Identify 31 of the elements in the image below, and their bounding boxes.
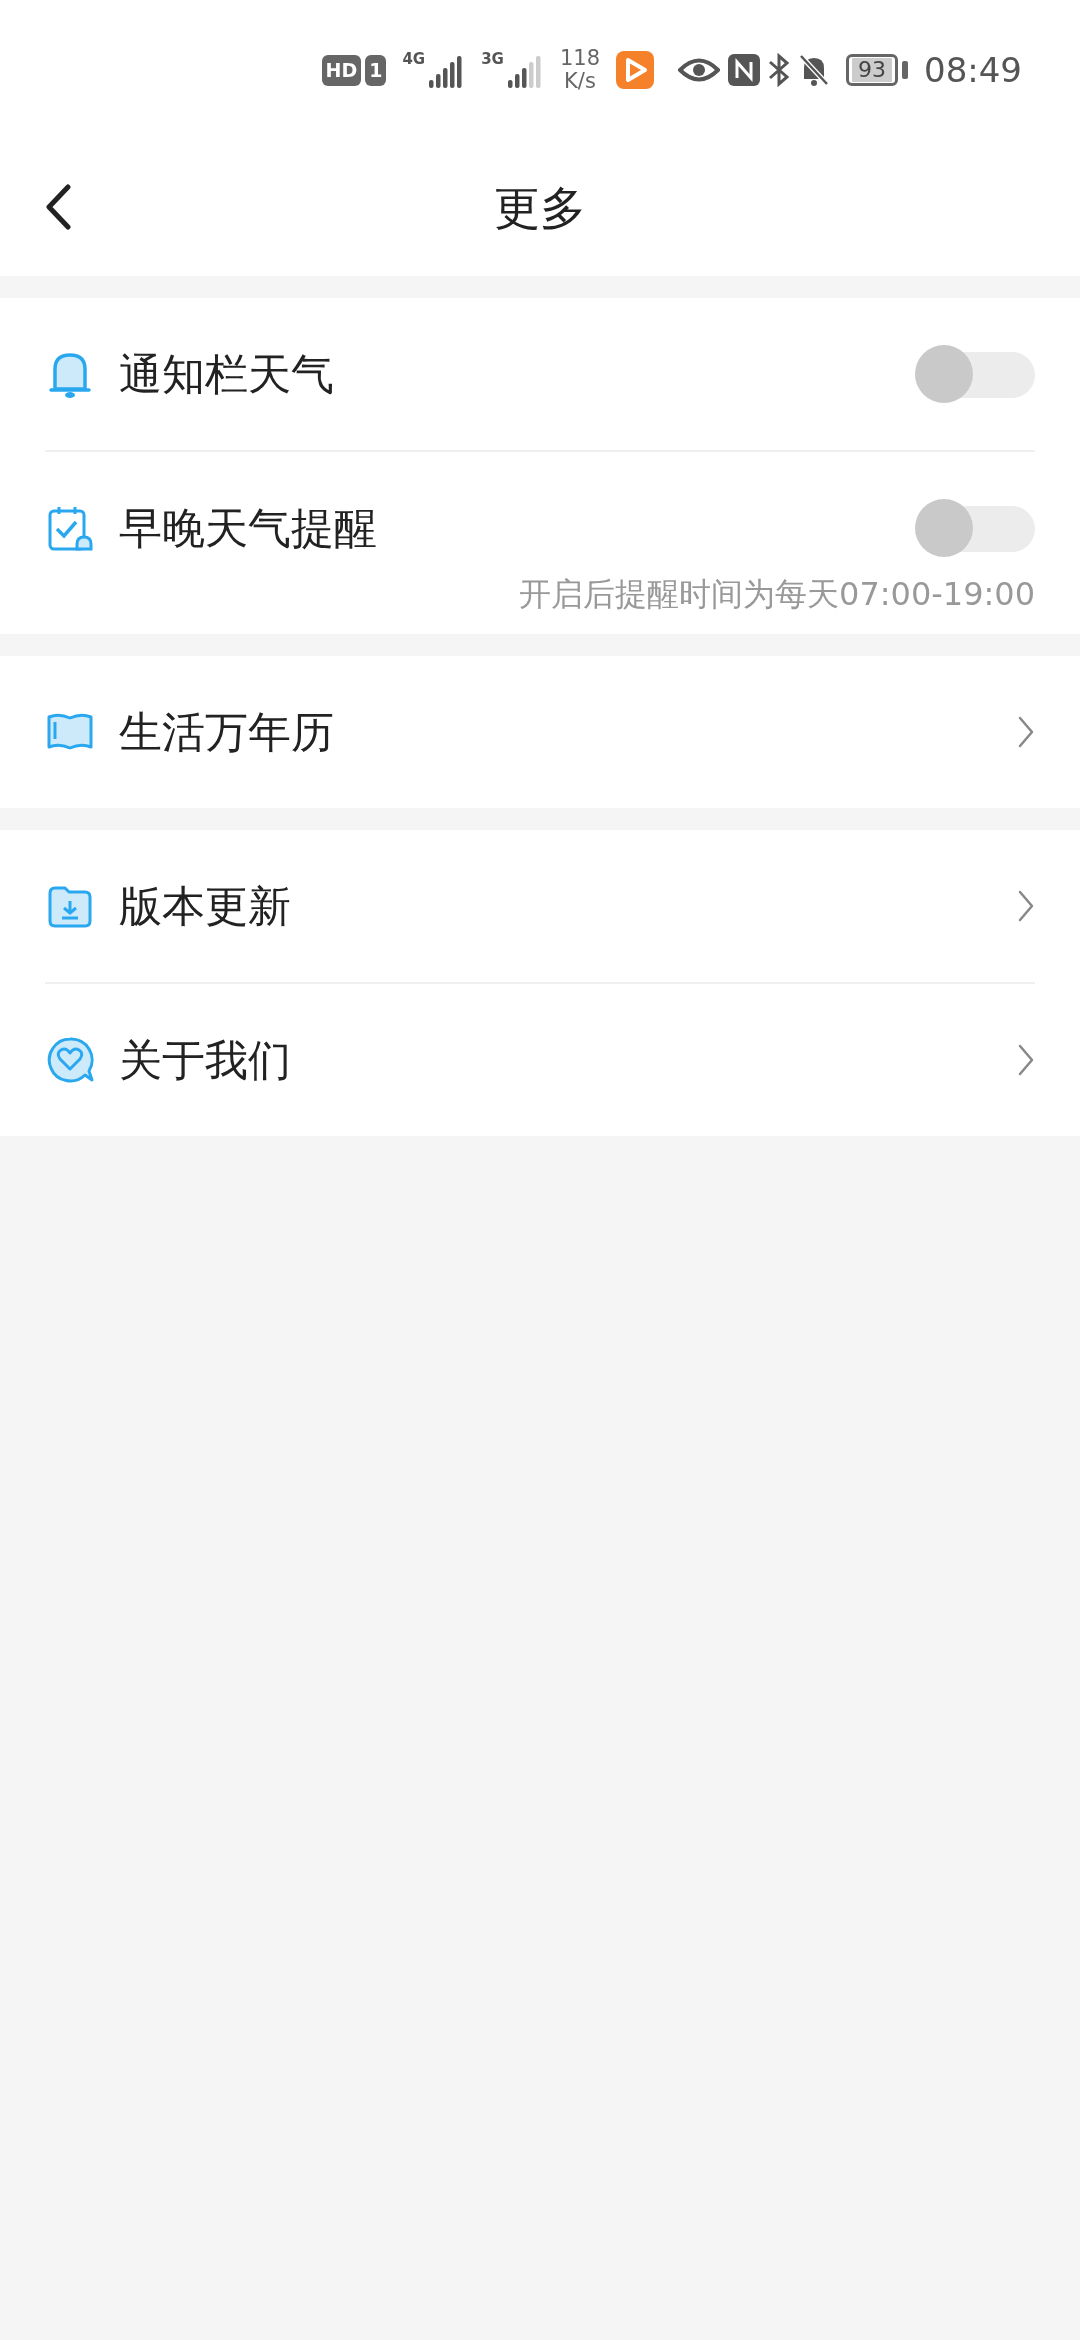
mute-bell-icon: [798, 53, 830, 87]
settings-row[interactable]: 生活万年历: [0, 656, 1080, 808]
item-label: 生活万年历: [119, 705, 335, 759]
toggle-switch[interactable]: [915, 499, 1035, 557]
network-label: 4G: [402, 52, 426, 67]
eye-icon: [678, 57, 720, 83]
page-title: 更多: [494, 179, 586, 237]
hint-text: 开启后提醒时间为每天07:00-19:00: [518, 574, 1036, 615]
app-icon: [616, 51, 654, 89]
heart-bubble-icon: [45, 1035, 95, 1085]
item-label: 早晚天气提醒: [119, 501, 378, 555]
settings-row[interactable]: 版本更新: [0, 830, 1080, 982]
settings-row[interactable]: 关于我们: [0, 984, 1080, 1136]
battery-tip-icon: [902, 61, 908, 79]
toggle-switch[interactable]: [915, 345, 1035, 403]
back-button[interactable]: [44, 184, 72, 230]
battery-icon: 93: [846, 53, 898, 87]
hd-badge: HD: [321, 54, 362, 86]
bluetooth-icon: [768, 53, 790, 87]
item-label: 通知栏天气: [119, 347, 335, 401]
speed-value: 118: [559, 46, 600, 70]
network-label: 3G: [481, 52, 504, 67]
status-time: 08:49: [924, 48, 1022, 92]
item-label: 关于我们: [119, 1033, 292, 1087]
chevron-right-icon: [1017, 715, 1035, 749]
item-label: 版本更新: [119, 879, 292, 933]
speed-unit: K/s: [563, 70, 597, 94]
chevron-right-icon: [1017, 889, 1035, 923]
nfc-icon: [728, 54, 760, 86]
chevron-right-icon: [1017, 1043, 1035, 1077]
sim-badge: 1: [365, 54, 387, 86]
